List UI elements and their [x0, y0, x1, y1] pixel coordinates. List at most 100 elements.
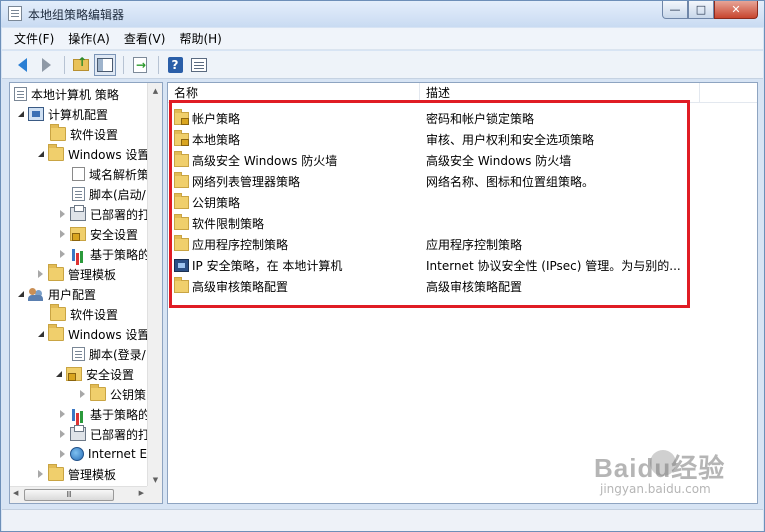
scroll-corner: [147, 486, 162, 503]
row-description: 审核、用户权利和安全选项策略: [426, 133, 595, 147]
list-row[interactable]: 帐户策略 密码和帐户锁定策略: [168, 107, 757, 128]
gpedit-app-icon: [8, 6, 22, 21]
expanded-arrow-icon[interactable]: [38, 331, 44, 337]
close-button[interactable]: ✕: [714, 1, 758, 19]
list-row[interactable]: 应用程序控制策略 应用程序控制策略: [168, 233, 757, 254]
tree-item-security-settings[interactable]: 安全设置: [60, 224, 138, 244]
folder-icon: [50, 124, 66, 141]
menu-action[interactable]: 操作(A): [68, 30, 110, 47]
scroll-thumb[interactable]: Ⅲ: [24, 489, 114, 501]
list-row[interactable]: 软件限制策略: [168, 212, 757, 233]
back-button[interactable]: [11, 54, 33, 76]
details-list[interactable]: 名称 描述 帐户策略 密码和帐户锁定策略 本地策略 审核、用户权利和安全选项策略…: [167, 82, 758, 504]
row-description: 密码和帐户锁定策略: [426, 112, 535, 126]
title-bar[interactable]: 本地组策略编辑器 — □ ✕: [1, 1, 764, 27]
tree-item-scripts-startup[interactable]: 脚本(启动/: [72, 184, 146, 204]
list-row[interactable]: 高级安全 Windows 防火墙 高级安全 Windows 防火墙: [168, 149, 757, 170]
tree-item-software-settings[interactable]: 软件设置: [50, 124, 118, 144]
console-tree[interactable]: 本地计算机 策略 计算机配置 软件设置 Windows 设置 域名解析策 脚本(…: [9, 82, 163, 504]
column-header-name[interactable]: 名称: [168, 83, 420, 103]
tree-vertical-scrollbar[interactable]: ▲ ▼: [147, 83, 162, 487]
tree-item-policy-qos[interactable]: 基于策略的: [60, 244, 150, 264]
column-header-description[interactable]: 描述: [420, 83, 700, 103]
toolbar: ?: [2, 51, 763, 79]
collapsed-arrow-icon[interactable]: [60, 210, 65, 218]
gpedit-window: 本地组策略编辑器 — □ ✕ 文件(F) 操作(A) 查看(V) 帮助(H) ?…: [0, 0, 765, 532]
collapsed-arrow-icon[interactable]: [80, 390, 85, 398]
folder-icon: [48, 324, 64, 341]
list-row[interactable]: 网络列表管理器策略 网络名称、图标和位置组策略。: [168, 170, 757, 191]
row-name: 高级审核策略配置: [192, 280, 289, 294]
tree-item-user-windows-settings[interactable]: Windows 设置: [38, 324, 149, 344]
tree-item-internet-explorer[interactable]: Internet E: [60, 444, 147, 464]
tree-item-label: 脚本(启动/: [89, 187, 146, 202]
script-icon: [72, 187, 85, 201]
expanded-arrow-icon[interactable]: [56, 371, 62, 377]
list-row[interactable]: 高级审核策略配置 高级审核策略配置: [168, 275, 757, 296]
security-folder-icon: [66, 367, 82, 381]
collapsed-arrow-icon[interactable]: [38, 270, 43, 278]
printer-icon: [70, 205, 86, 221]
up-one-level-button[interactable]: [70, 54, 92, 76]
collapsed-arrow-icon[interactable]: [60, 250, 65, 258]
properties-button[interactable]: [188, 54, 210, 76]
back-arrow-icon: [17, 57, 27, 72]
menu-help[interactable]: 帮助(H): [179, 30, 221, 47]
export-list-button[interactable]: [129, 54, 151, 76]
tree-item-label: 域名解析策: [89, 167, 150, 182]
menu-file[interactable]: 文件(F): [14, 30, 54, 47]
scroll-down-arrow-icon[interactable]: ▼: [148, 472, 162, 487]
tree-root[interactable]: 本地计算机 策略: [14, 84, 119, 104]
window-controls: — □ ✕: [662, 1, 758, 19]
properties-icon: [191, 57, 207, 72]
tree-item-user-deployed-printers[interactable]: 已部署的打: [60, 424, 150, 444]
tree-item-user-security-settings[interactable]: 安全设置: [56, 364, 134, 384]
scroll-right-arrow-icon[interactable]: ▶: [139, 489, 144, 497]
list-row[interactable]: 公钥策略: [168, 191, 757, 212]
expanded-arrow-icon[interactable]: [18, 291, 24, 297]
minimize-button[interactable]: —: [662, 1, 688, 19]
tree-horizontal-scrollbar[interactable]: ◀ Ⅲ ▶: [10, 486, 147, 503]
toolbar-separator: [158, 55, 159, 74]
folder-icon: [90, 384, 106, 401]
tree-item-admin-templates[interactable]: 管理模板: [38, 264, 116, 284]
menu-view[interactable]: 查看(V): [124, 30, 166, 47]
tree-item-user-policy-qos[interactable]: 基于策略的: [60, 404, 150, 424]
tree-item-windows-settings[interactable]: Windows 设置: [38, 144, 149, 164]
tree-item-user-config[interactable]: 用户配置: [18, 284, 96, 304]
tree-item-scripts-logon[interactable]: 脚本(登录/: [72, 344, 146, 364]
toolbar-separator: [123, 55, 124, 74]
list-header: 名称 描述: [168, 83, 757, 103]
collapsed-arrow-icon[interactable]: [60, 450, 65, 458]
list-row[interactable]: IP 安全策略，在 本地计算机 Internet 协议安全性 (IPsec) 管…: [168, 254, 757, 275]
maximize-button[interactable]: □: [688, 1, 714, 19]
script-icon: [72, 347, 85, 361]
list-row[interactable]: 本地策略 审核、用户权利和安全选项策略: [168, 128, 757, 149]
qos-chart-icon: [70, 247, 86, 261]
scroll-up-arrow-icon[interactable]: ▲: [148, 83, 162, 98]
tree-item-label: 用户配置: [48, 287, 97, 302]
collapsed-arrow-icon[interactable]: [60, 410, 65, 418]
help-button[interactable]: ?: [164, 54, 186, 76]
tree-item-user-software-settings[interactable]: 软件设置: [50, 304, 118, 324]
tree-item-user-admin-templates[interactable]: 管理模板: [38, 464, 116, 484]
scroll-left-arrow-icon[interactable]: ◀: [13, 489, 18, 497]
tree-item-name-resolution[interactable]: 域名解析策: [72, 164, 149, 184]
expanded-arrow-icon[interactable]: [18, 111, 24, 117]
folder-icon: [174, 214, 189, 230]
tree-item-public-key[interactable]: 公钥策: [80, 384, 146, 404]
row-name: 应用程序控制策略: [192, 238, 289, 252]
tree-item-computer-config[interactable]: 计算机配置: [18, 104, 108, 124]
row-description: 应用程序控制策略: [426, 238, 523, 252]
forward-button[interactable]: [35, 54, 57, 76]
show-hide-tree-button[interactable]: [94, 53, 116, 76]
collapsed-arrow-icon[interactable]: [60, 230, 65, 238]
collapsed-arrow-icon[interactable]: [38, 470, 43, 478]
row-description: Internet 协议安全性 (IPsec) 管理。为与别的...: [426, 259, 681, 273]
tree-item-label: 已部署的打: [90, 207, 151, 222]
collapsed-arrow-icon[interactable]: [60, 430, 65, 438]
expanded-arrow-icon[interactable]: [38, 151, 44, 157]
row-name: 网络列表管理器策略: [192, 175, 301, 189]
tree-item-deployed-printers[interactable]: 已部署的打: [60, 204, 150, 224]
tree-item-label: 已部署的打: [90, 427, 151, 442]
